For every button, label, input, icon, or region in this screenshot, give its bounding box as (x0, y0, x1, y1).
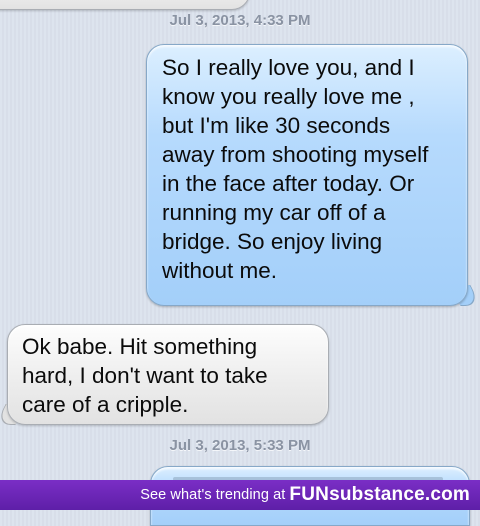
previous-message-bubble (0, 0, 250, 10)
timestamp: Jul 3, 2013, 4:33 PM (169, 12, 311, 29)
watermark-bar: See what's trending at FUNsubstance.com (0, 480, 480, 510)
watermark-text: See what's trending at (140, 487, 286, 503)
message-text: Ok babe. Hit something hard, I don't wan… (22, 334, 268, 417)
received-message-bubble: Ok babe. Hit something hard, I don't wan… (0, 324, 329, 425)
bubble-tail (449, 285, 480, 306)
timestamp: Jul 3, 2013, 5:33 PM (169, 437, 311, 454)
watermark-brand: FUNsubstance.com (289, 484, 470, 505)
message-text: So I really love you, and I know you rea… (162, 55, 429, 283)
sent-message-bubble: So I really love you, and I know you rea… (146, 44, 480, 306)
